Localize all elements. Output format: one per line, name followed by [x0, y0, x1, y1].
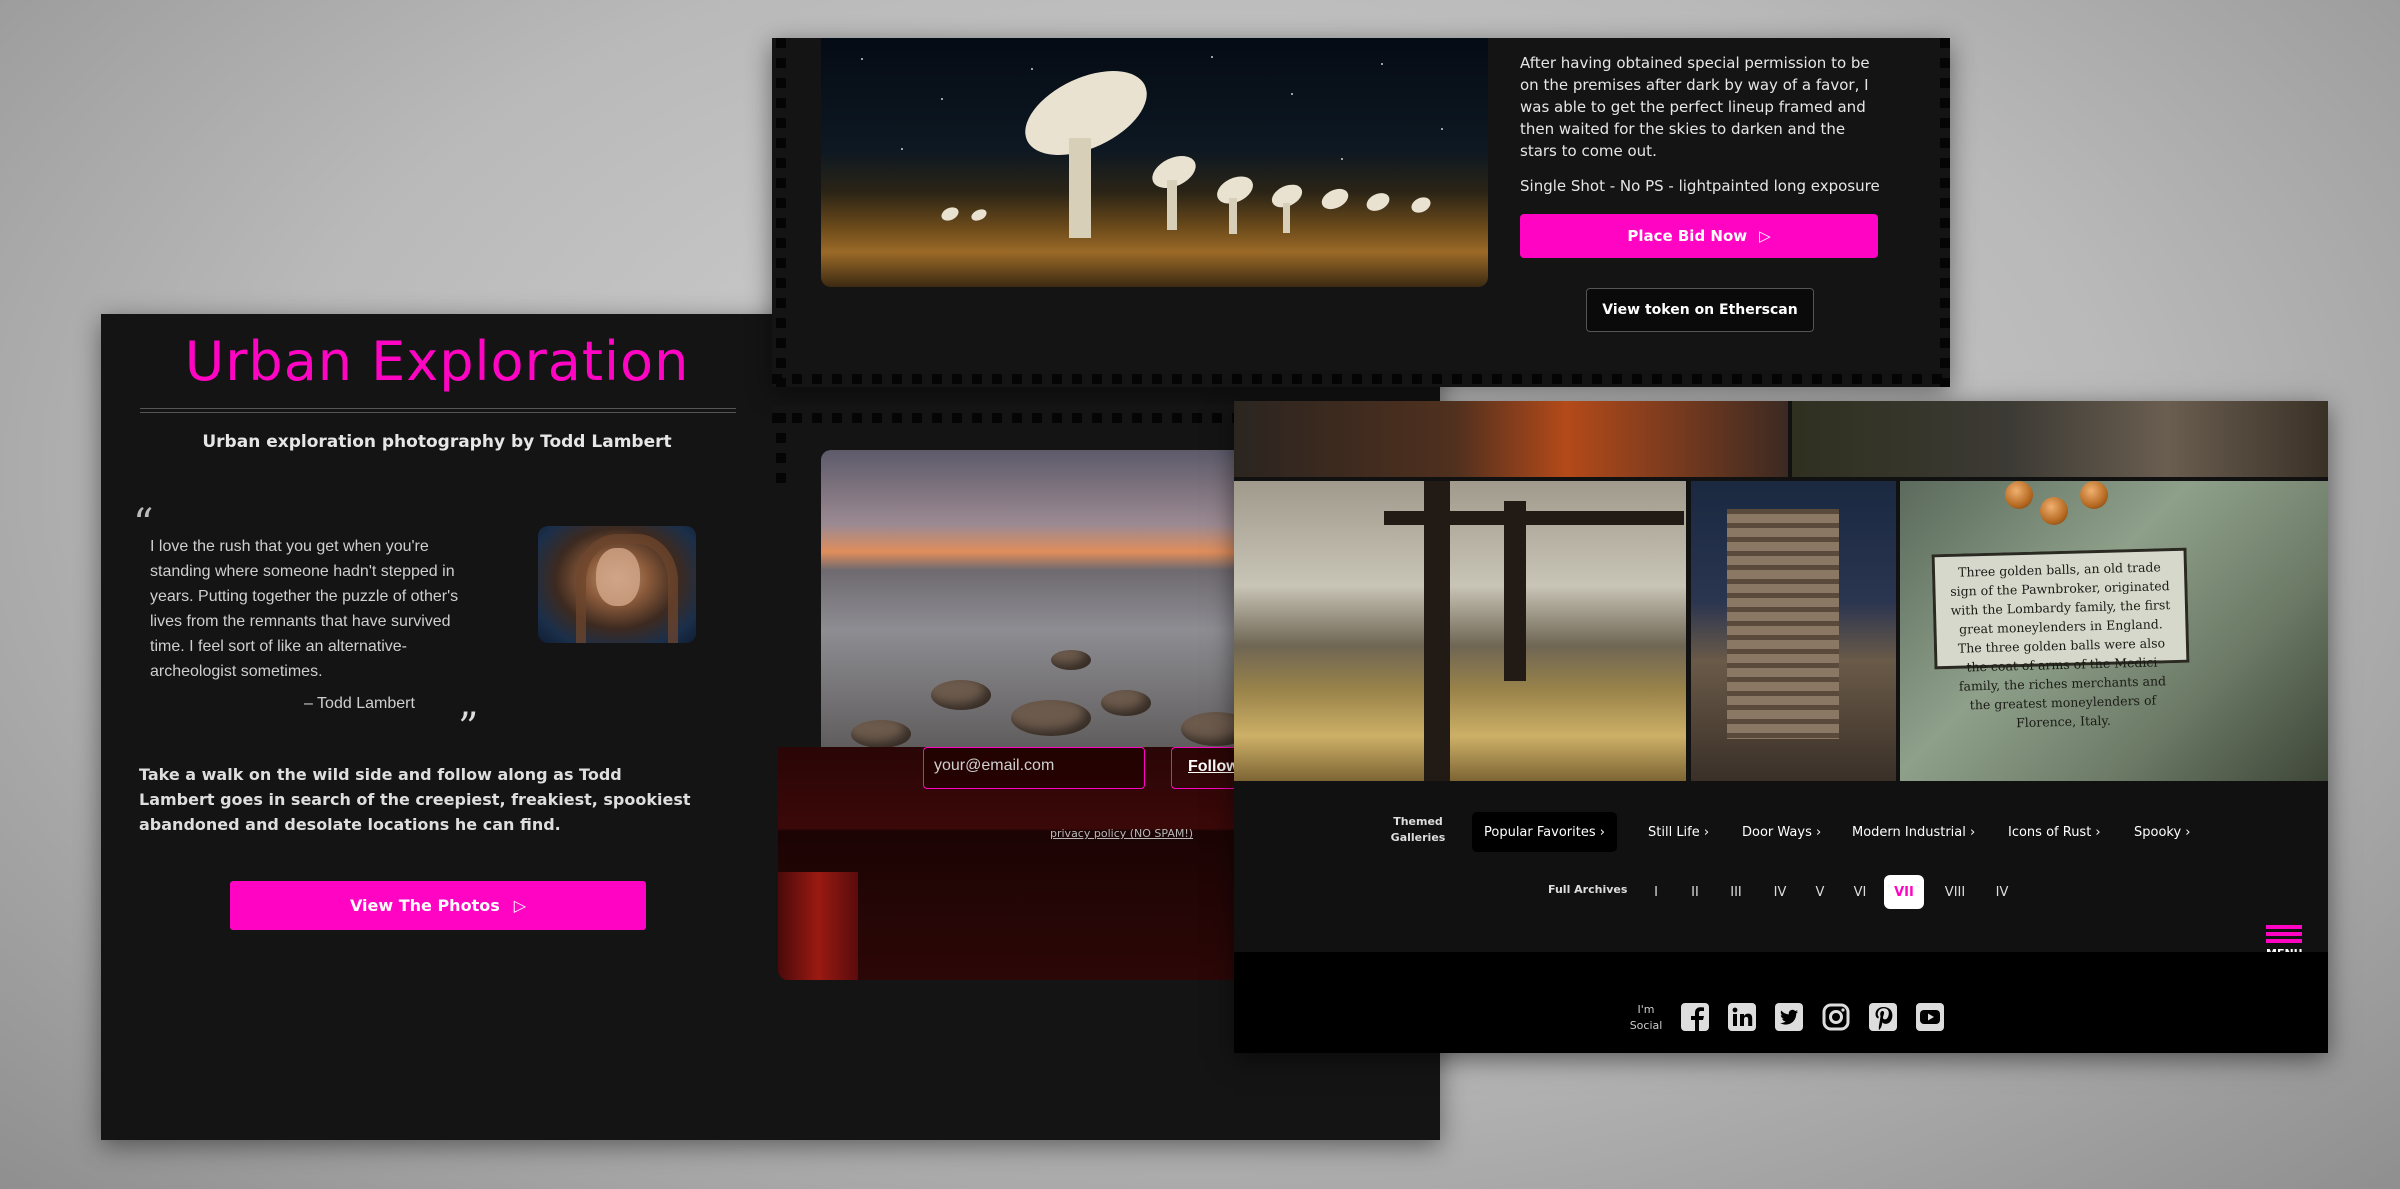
pinterest-icon[interactable] [1868, 1002, 1898, 1032]
hamburger-icon [2266, 925, 2302, 945]
privacy-policy-link[interactable]: privacy policy (NO SPAM!) [1050, 827, 1193, 840]
linkedin-icon[interactable] [1727, 1002, 1757, 1032]
shot-info: Single Shot - No PS - lightpainted long … [1520, 177, 1880, 195]
gallery-tab-popular-favorites[interactable]: Popular Favorites › [1472, 812, 1617, 852]
facebook-icon[interactable] [1680, 1002, 1710, 1032]
gallery-thumb-tank-grass[interactable] [1234, 481, 1686, 781]
gallery-tab-modern-industrial[interactable]: Modern Industrial › [1840, 812, 1987, 852]
youtube-icon[interactable] [1915, 1002, 1945, 1032]
social-label: I'm Social [1629, 1003, 1663, 1032]
view-photos-label: View The Photos [349, 896, 500, 915]
archive-page-iii[interactable]: III [1716, 875, 1756, 909]
author-portrait [538, 526, 696, 643]
gallery-thumb-brick-wall[interactable] [1792, 401, 2328, 477]
place-bid-label: Place Bid Now [1627, 227, 1748, 245]
archive-page-iv[interactable]: IV [1760, 875, 1800, 909]
desert-rocks-photo[interactable] [821, 450, 1242, 750]
archive-page-ii[interactable]: II [1675, 875, 1715, 909]
film-border-top [772, 413, 1242, 423]
portrait-face [596, 548, 640, 606]
nft-listing-card: After having obtained special permission… [772, 38, 1950, 387]
quote-author: – Todd Lambert [304, 695, 415, 712]
gallery-card: Three golden balls, an old trade sign of… [1234, 401, 2328, 1053]
gallery-thumb-pawnbroker-sign[interactable]: Three golden balls, an old trade sign of… [1900, 481, 2328, 781]
gallery-tab-icons-of-rust[interactable]: Icons of Rust › [1996, 812, 2113, 852]
archive-page-i[interactable]: I [1636, 875, 1676, 909]
archive-page-viii[interactable]: VIII [1935, 875, 1975, 909]
follow-button[interactable]: Follow [1171, 747, 1242, 789]
archive-page-vii[interactable]: VII [1884, 875, 1924, 909]
archive-page-vi[interactable]: VI [1840, 875, 1880, 909]
testimonial-quote: I love the rush that you get when you're… [150, 538, 459, 680]
gallery-tab-still-life[interactable]: Still Life › [1636, 812, 1721, 852]
archive-page-v[interactable]: V [1800, 875, 1840, 909]
film-border-right [1940, 38, 1950, 387]
gallery-thumb-rust-boat[interactable] [1234, 401, 1788, 477]
close-quote-mark: ” [458, 705, 479, 751]
rust-texture [778, 872, 858, 980]
radio-telescope-photo[interactable] [821, 38, 1488, 287]
view-etherscan-button[interactable]: View token on Etherscan [1586, 288, 1814, 332]
pawnbroker-sign-text: Three golden balls, an old trade sign of… [1931, 547, 2190, 730]
gallery-tab-door-ways[interactable]: Door Ways › [1730, 812, 1833, 852]
newsletter-card: your@email.com Follow privacy policy (NO… [772, 405, 1242, 980]
play-icon: ▷ [1759, 227, 1771, 245]
view-photos-button[interactable]: View The Photos ▷ [230, 881, 646, 930]
place-bid-button[interactable]: Place Bid Now ▷ [1520, 214, 1878, 258]
email-field[interactable]: your@email.com [923, 747, 1145, 789]
full-archives-label: Full Archives [1548, 883, 1628, 896]
listing-description: After having obtained special permission… [1520, 54, 1870, 160]
newsletter-section: your@email.com Follow privacy policy (NO… [778, 747, 1242, 980]
film-border-left [776, 38, 786, 387]
intro-text: Take a walk on the wild side and follow … [139, 765, 691, 834]
twitter-icon[interactable] [1774, 1002, 1804, 1032]
film-border-left [776, 413, 786, 493]
title-divider [140, 408, 736, 413]
instagram-icon[interactable] [1821, 1002, 1851, 1032]
gallery-thumb-building[interactable] [1691, 481, 1896, 781]
play-icon: ▷ [513, 896, 527, 915]
themed-galleries-label: Themed Galleries [1390, 815, 1446, 844]
page-subtitle: Urban exploration photography by Todd La… [202, 432, 672, 452]
film-border-bottom [772, 374, 1950, 384]
page-title: Urban Exploration [184, 330, 690, 393]
gallery-tab-spooky[interactable]: Spooky › [2122, 812, 2203, 852]
archive-page-ix[interactable]: IV [1982, 875, 2022, 909]
